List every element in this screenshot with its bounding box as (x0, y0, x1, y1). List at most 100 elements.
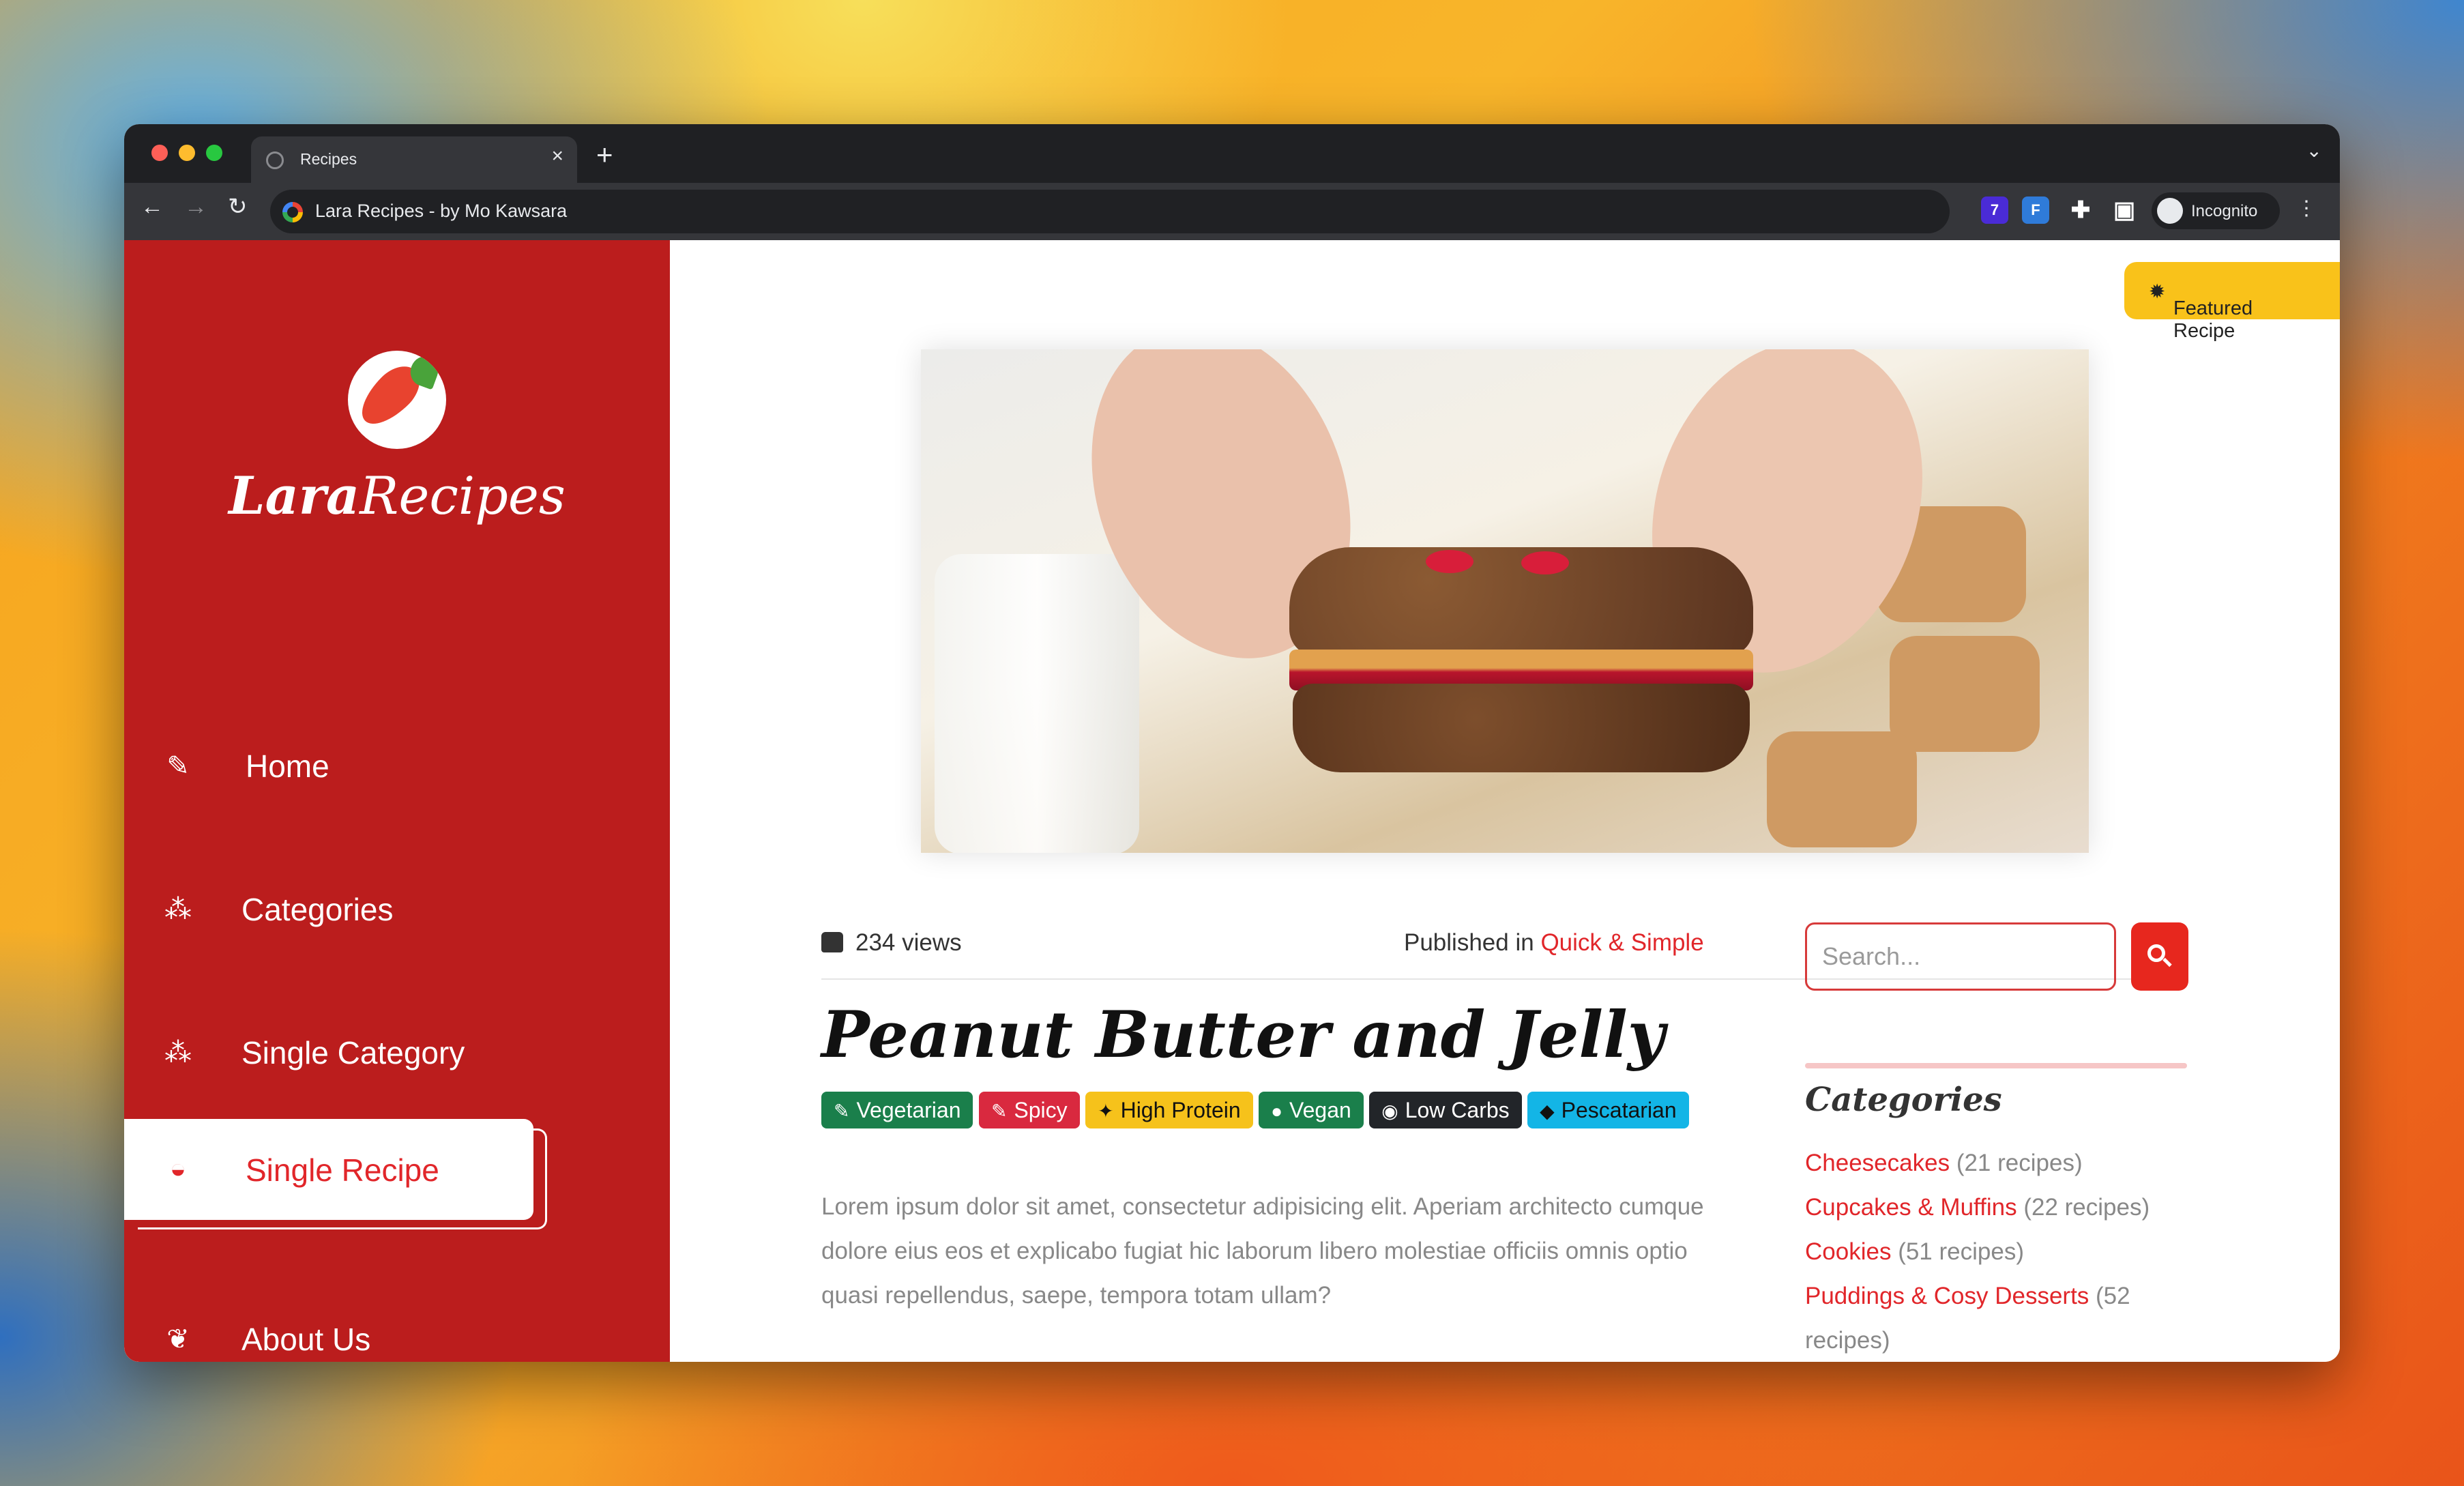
search-input[interactable] (1807, 924, 2114, 989)
fire-icon: ◉ (1381, 1101, 1398, 1122)
search-button[interactable] (2131, 922, 2188, 991)
featured-recipe-badge: ✹ Featured Recipe (2124, 262, 2340, 342)
carrot-icon: ✎ (834, 1101, 850, 1122)
sidebar-item-label: Categories (241, 892, 394, 927)
tag-label: Low Carbs (1405, 1098, 1510, 1122)
tag-label: Vegan (1289, 1098, 1351, 1122)
leaf-icon: ❦ (166, 1324, 190, 1354)
apple-icon: ● (1271, 1101, 1283, 1122)
more-menu-icon[interactable]: ⋮ (2296, 196, 2317, 220)
google-icon (282, 202, 303, 222)
page-content: LaraRecipes ✎ Home ⁂ Categories ⁂ Single… (124, 240, 2340, 1362)
chevron-down-icon[interactable]: ⌄ (2306, 139, 2322, 162)
tag-high-protein[interactable]: ✦ High Protein (1085, 1092, 1253, 1128)
search-icon-handle (2162, 957, 2172, 967)
sitemap-icon: ⁂ (164, 894, 192, 924)
sidebar-item-label: Single Recipe (246, 1152, 439, 1188)
sitemap-icon: ⁂ (164, 1038, 192, 1068)
incognito-icon (2157, 198, 2183, 224)
fingernail (1426, 550, 1473, 573)
logo-icon[interactable] (348, 351, 446, 449)
milk-glass (935, 554, 1139, 853)
brand-regular: Recipes (360, 465, 566, 526)
sandwich-bottom (1293, 684, 1750, 772)
category-count: (21 recipes) (1956, 1150, 2083, 1176)
reload-icon[interactable]: ↻ (228, 195, 248, 218)
tag-label: High Protein (1120, 1098, 1241, 1122)
categories-divider (1805, 1063, 2187, 1068)
category-count: (22 recipes) (2023, 1194, 2150, 1221)
featured-label: ✹ Featured Recipe (2149, 281, 2253, 342)
category-link[interactable]: Cheesecakes (1805, 1150, 1950, 1176)
list-item: Cheesecakes (21 recipes) (1805, 1141, 2201, 1185)
sidebar-item-about-us[interactable]: ❦ About Us (124, 1288, 670, 1362)
views-text: 234 views (855, 929, 962, 956)
browser-titlebar: Recipes × + ⌄ (124, 124, 2340, 183)
sidebar-item-single-recipe[interactable]: ◒ Single Recipe (124, 1119, 533, 1220)
browser-window: Recipes × + ⌄ ← → ↻ Lara Recipes - by Mo… (124, 124, 2340, 1362)
fingernail (1521, 551, 1569, 574)
browser-tab[interactable]: Recipes × (251, 136, 577, 183)
categories-list: Cheesecakes (21 recipes) Cupcakes & Muff… (1805, 1141, 2201, 1362)
carrot-icon: ✎ (166, 751, 190, 781)
back-arrow-icon[interactable]: ← (141, 195, 164, 218)
list-item: Puddings & Cosy Desserts (52 recipes) (1805, 1274, 2201, 1362)
published-in: Published in Quick & Simple (1404, 929, 1704, 957)
tag-label: Vegetarian (856, 1098, 961, 1122)
sidepanel-icon[interactable]: ▣ (2111, 196, 2138, 224)
recipe-lead: Lorem ipsum dolor sit amet, consectetur … (821, 1193, 1704, 1309)
puzzle-icon[interactable]: ✚ (2067, 196, 2094, 224)
featured-text: Featured Recipe (2173, 297, 2253, 342)
published-category-link[interactable]: Quick & Simple (1540, 929, 1703, 956)
tag-spicy[interactable]: ✎ Spicy (978, 1092, 1080, 1128)
tag-label: Spicy (1014, 1098, 1068, 1122)
sidebar-item-single-category[interactable]: ⁂ Single Category (124, 1002, 670, 1104)
forward-arrow-icon[interactable]: → (184, 195, 207, 218)
tag-label: Pescatarian (1561, 1098, 1677, 1122)
category-link[interactable]: Cupcakes & Muffins (1805, 1194, 2017, 1221)
minimize-window-button[interactable] (179, 145, 195, 161)
tag-vegan[interactable]: ● Vegan (1259, 1092, 1364, 1128)
burger-icon: ◒ (169, 1154, 187, 1184)
recipe-hero-image (921, 349, 2089, 853)
incognito-label: Incognito (2191, 202, 2258, 220)
extension-fl-icon[interactable]: F (2022, 196, 2049, 224)
category-link[interactable]: Cookies (1805, 1238, 1891, 1265)
sidebar: LaraRecipes ✎ Home ⁂ Categories ⁂ Single… (124, 240, 670, 1362)
address-bar[interactable]: Lara Recipes - by Mo Kawsara (270, 190, 1950, 233)
list-item: Cupcakes & Muffins (22 recipes) (1805, 1185, 2201, 1229)
incognito-profile[interactable]: Incognito (2152, 192, 2280, 229)
address-text: Lara Recipes - by Mo Kawsara (315, 201, 568, 221)
recipe-tags: ✎ Vegetarian ✎ Spicy ✦ High Protein ● Vegan … (821, 1092, 1735, 1135)
close-window-button[interactable] (151, 145, 168, 161)
browser-toolbar: ← → ↻ Lara Recipes - by Mo Kawsara 7 F ✚… (124, 183, 2340, 240)
sidebar-item-label: Home (246, 748, 329, 784)
category-link[interactable]: Puddings & Cosy Desserts (1805, 1283, 2089, 1309)
categories-title: Categories (1805, 1081, 2002, 1119)
brand-name[interactable]: LaraRecipes (124, 465, 670, 526)
category-count: (51 recipes) (1898, 1238, 2024, 1265)
pepper-icon: ✎ (991, 1101, 1008, 1122)
tag-vegetarian[interactable]: ✎ Vegetarian (821, 1092, 973, 1128)
sidebar-item-label: Single Category (241, 1035, 465, 1070)
bread-slice (1890, 636, 2040, 752)
globe-icon (266, 151, 284, 169)
list-item: Cookies (51 recipes) (1805, 1229, 2201, 1274)
tab-title: Recipes (300, 150, 357, 168)
published-prefix: Published in (1404, 929, 1534, 956)
new-tab-button[interactable]: + (596, 141, 613, 169)
sidebar-item-home[interactable]: ✎ Home (124, 715, 670, 817)
tab-close-icon[interactable]: × (551, 146, 563, 166)
search-box (1805, 922, 2116, 991)
tag-pescatarian[interactable]: ◆ Pescatarian (1527, 1092, 1689, 1128)
brand-bold: Lara (229, 465, 360, 526)
view-count: 234 views (821, 929, 962, 957)
bread-slice (1767, 731, 1917, 847)
sidebar-item-label: About Us (241, 1322, 371, 1357)
sidebar-item-categories[interactable]: ⁂ Categories (124, 858, 670, 961)
extension-badge-icon[interactable]: 7 (1981, 196, 2008, 224)
maximize-window-button[interactable] (206, 145, 222, 161)
tag-low-carbs[interactable]: ◉ Low Carbs (1369, 1092, 1522, 1128)
fish-icon: ◆ (1540, 1101, 1555, 1122)
drumstick-icon: ✦ (1098, 1101, 1114, 1122)
